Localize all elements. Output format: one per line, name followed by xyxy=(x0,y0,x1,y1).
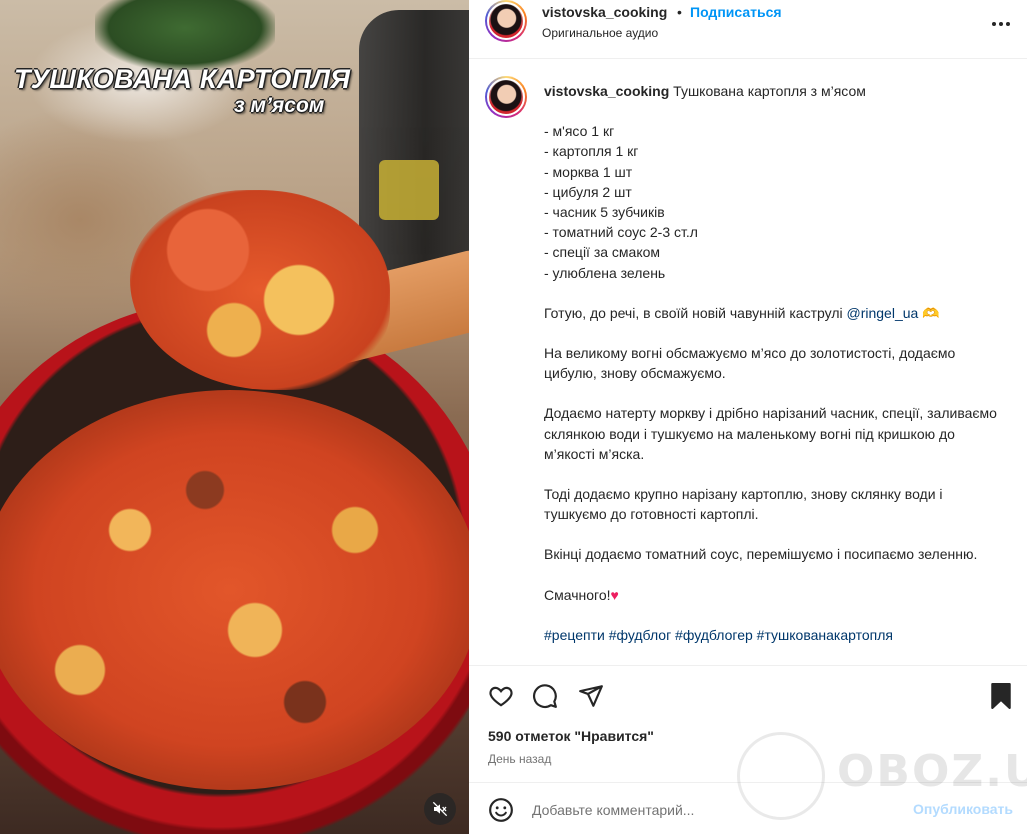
publish-button[interactable]: Опубликовать xyxy=(913,801,1013,817)
separator-dot: • xyxy=(677,4,682,20)
ingredient-item: - м'ясо 1 кг xyxy=(544,123,615,140)
author-username[interactable]: vistovska_cooking xyxy=(542,4,667,20)
likes-count[interactable]: 590 отметок "Нравится" xyxy=(488,728,654,744)
muted-speaker-icon xyxy=(432,801,448,817)
comment-bar: Опубликовать xyxy=(469,782,1027,834)
ingredient-item: - спеції за смаком xyxy=(544,244,661,261)
recipe-step: На великому вогні обсмажуємо м’ясо до зо… xyxy=(544,345,956,382)
action-bar: 590 отметок "Нравится" День назад xyxy=(469,665,1027,783)
follow-button[interactable]: Подписаться xyxy=(690,4,782,20)
video-title-line1: ТУШКОВАНА КАРТОПЛЯ xyxy=(14,64,351,94)
stew xyxy=(0,390,469,790)
mute-button[interactable] xyxy=(424,793,456,825)
audio-label[interactable]: Оригинальное аудио xyxy=(542,26,658,40)
avatar-photo xyxy=(487,2,525,40)
avatar-photo xyxy=(487,78,525,116)
send-icon xyxy=(579,685,603,707)
heart-icon xyxy=(489,686,513,707)
ingredients-list: - м'ясо 1 кг - картопля 1 кг - морква 1 … xyxy=(544,121,1009,283)
ingredient-item: - цибуля 2 шт xyxy=(544,183,632,200)
comment-button[interactable] xyxy=(531,682,559,710)
recipe-step: Вкінці додаємо томатний соус, перемішуєм… xyxy=(544,546,978,563)
recipe-step: Тоді додаємо крупно нарізану картоплю, з… xyxy=(544,486,943,523)
cookware-text: Готую, до речі, в своїй новій чавунній к… xyxy=(544,304,847,321)
closing-line: Смачного!♥ xyxy=(544,585,1009,605)
more-options-icon xyxy=(992,22,1010,26)
author-avatar[interactable] xyxy=(485,0,527,42)
ingredient-item: - картопля 1 кг xyxy=(544,143,639,160)
post-side-panel: vistovska_cooking • Подписаться Оригинал… xyxy=(469,0,1027,834)
comment-icon xyxy=(533,684,557,709)
ingredient-item: - морква 1 шт xyxy=(544,163,633,180)
video-title-line2: з м’ясом xyxy=(234,94,325,117)
more-options-button[interactable] xyxy=(989,12,1013,36)
ingredient-item: - часник 5 зубчиків xyxy=(544,204,665,221)
heart-hands-emoji: 🫶 xyxy=(922,304,940,321)
save-button[interactable] xyxy=(987,682,1015,710)
closing-text: Смачного! xyxy=(544,586,611,603)
post-media[interactable]: ТУШКОВАНА КАРТОПЛЯ з м’ясом xyxy=(0,0,469,834)
like-button[interactable] xyxy=(487,682,515,710)
share-button[interactable] xyxy=(577,682,605,710)
emoji-icon[interactable] xyxy=(488,797,514,823)
hashtags[interactable]: #рецепти #фудблог #фудблогер #тушкованак… xyxy=(544,625,1009,645)
mention-link[interactable]: @ringel_ua xyxy=(847,305,919,321)
post-header: vistovska_cooking • Подписаться Оригинал… xyxy=(469,0,1027,59)
background-plant xyxy=(95,0,275,70)
ingredient-item: - томатний соус 2-3 ст.л xyxy=(544,224,698,241)
recipe-step: Додаємо натерту моркву і дрібно нарізани… xyxy=(544,405,997,462)
caption-area: vistovska_cooking Тушкована картопля з м… xyxy=(469,60,1027,665)
bookmark-icon xyxy=(991,683,1011,709)
post-time[interactable]: День назад xyxy=(488,752,551,766)
caption-text: vistovska_cooking Тушкована картопля з м… xyxy=(544,81,1009,645)
cookware-paragraph: Готую, до речі, в своїй новій чавунній к… xyxy=(544,303,1009,323)
comment-input[interactable] xyxy=(532,799,882,821)
caption-username[interactable]: vistovska_cooking xyxy=(544,83,669,99)
ingredient-item: - улюблена зелень xyxy=(544,264,666,281)
heart-emoji: ♥ xyxy=(610,586,619,603)
caption-avatar[interactable] xyxy=(485,76,527,118)
caption-title: Тушкована картопля з м’ясом xyxy=(673,83,866,99)
